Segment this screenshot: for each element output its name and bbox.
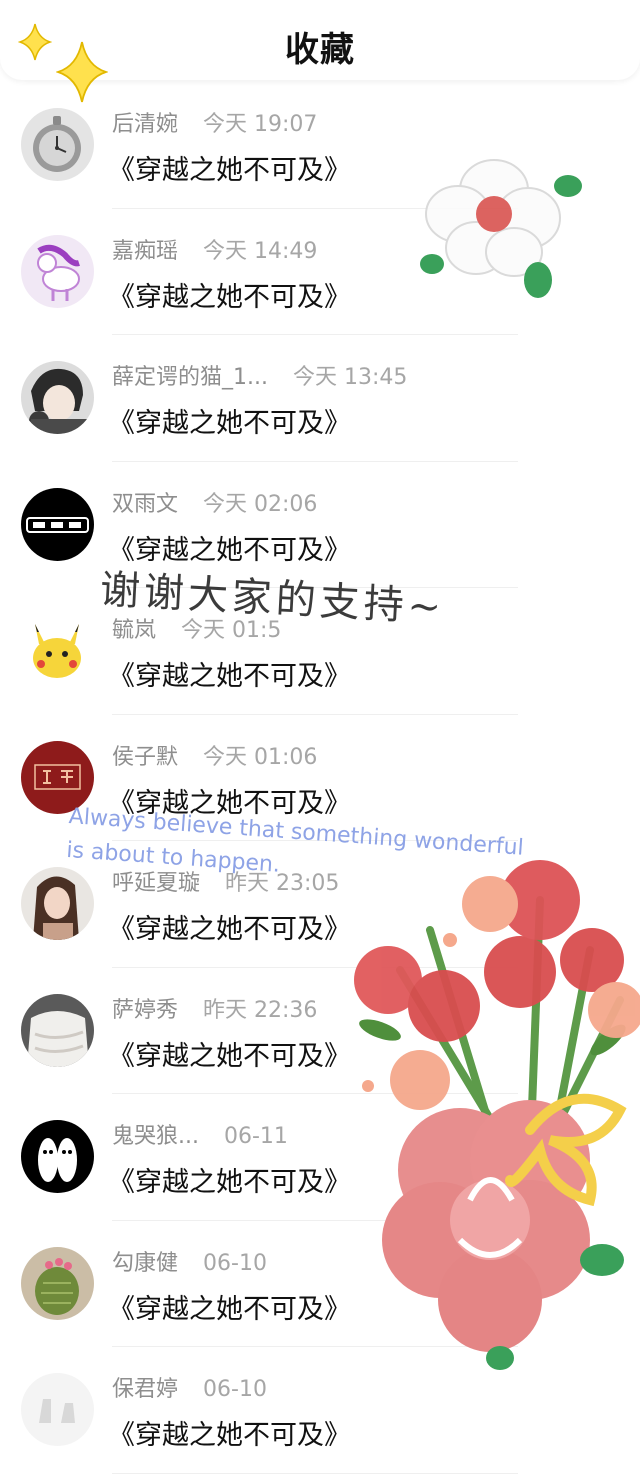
avatar[interactable] [21,1246,94,1320]
avatar[interactable] [21,234,94,308]
timestamp: 今天 19:07 [203,112,318,137]
top-bar: 收藏 [0,0,640,103]
book-title: 《穿越之她不可及》 [108,408,351,439]
list-item[interactable]: 勾康健 06-10 《穿越之她不可及》 [0,1221,640,1348]
book-title: 《穿越之她不可及》 [108,155,351,186]
user-name: 毓岚 [112,618,157,643]
timestamp: 06-10 [203,1250,267,1276]
book-title: 《穿越之她不可及》 [108,914,351,945]
user-name: 嘉痴瑶 [112,238,179,264]
favorites-list: 后清婉 今天 19:07 《穿越之她不可及》 嘉痴瑶 今天 14:49 《穿越之… [0,82,640,1474]
book-title: 《穿越之她不可及》 [108,1420,351,1451]
user-name: 保君婷 [112,1377,179,1402]
timestamp: 06-10 [203,1377,267,1402]
avatar[interactable] [21,1373,94,1446]
timestamp: 今天 01:06 [203,744,318,770]
book-title: 《穿越之她不可及》 [108,281,351,313]
user-name: 薛定谔的猫_1... [112,365,268,390]
user-name: 侯子默 [112,744,179,770]
avatar[interactable] [21,1120,94,1193]
user-name: 萨婷秀 [112,997,179,1023]
book-title: 《穿越之她不可及》 [108,1040,351,1072]
page-title: 收藏 [285,30,355,70]
avatar[interactable] [21,614,94,687]
timestamp: 今天 02:06 [203,491,318,517]
timestamp: 今天 13:45 [292,365,408,390]
avatar[interactable] [21,993,94,1067]
timestamp: 昨天 22:36 [203,997,318,1023]
avatar[interactable] [21,361,94,434]
user-name: 后清婉 [112,112,179,137]
list-item[interactable]: 萨婷秀 昨天 22:36 《穿越之她不可及》 [0,968,640,1095]
user-name: 勾康健 [112,1250,179,1276]
book-title: 《穿越之她不可及》 [108,661,351,692]
list-item[interactable]: 薛定谔的猫_1... 今天 13:45 《穿越之她不可及》 [0,335,640,462]
user-name: 鬼哭狼... [112,1124,199,1149]
book-title: 《穿越之她不可及》 [108,1167,351,1198]
avatar[interactable] [21,487,94,561]
avatar[interactable] [21,108,94,181]
timestamp: 今天 14:49 [203,238,318,264]
list-item[interactable]: 保君婷 06-10 《穿越之她不可及》 [0,1347,640,1474]
user-name: 双雨文 [112,491,179,517]
timestamp: 06-11 [223,1124,288,1149]
avatar[interactable] [21,867,94,940]
book-title: 《穿越之她不可及》 [108,1293,351,1325]
list-item[interactable]: 鬼哭狼... 06-11 《穿越之她不可及》 [0,1094,640,1221]
list-item[interactable]: 嘉痴瑶 今天 14:49 《穿越之她不可及》 [0,209,640,336]
